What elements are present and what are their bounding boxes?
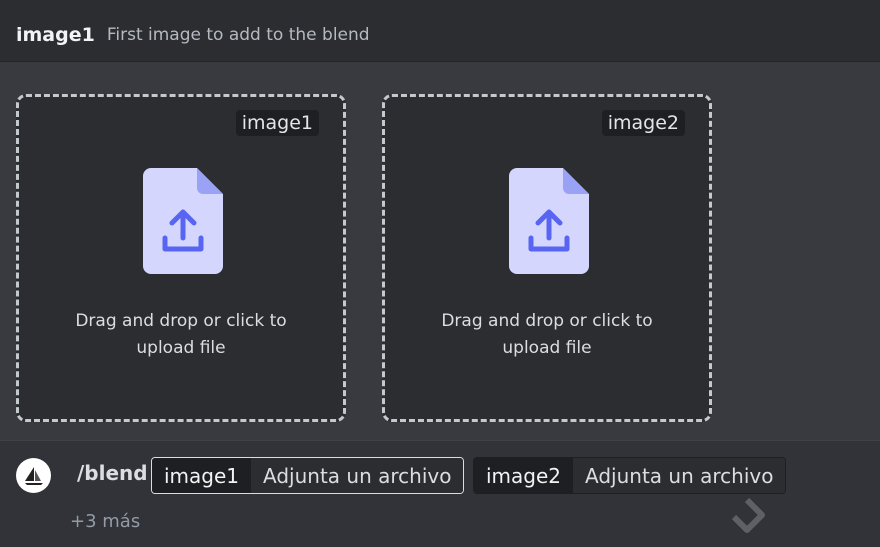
sailboat-icon [24,466,43,485]
more-options-link[interactable]: +3 más [70,511,140,532]
option-name: image1 [16,23,95,46]
dropzone-instructions: Drag and drop or click to upload file [39,308,323,362]
dropzone-text-line1: Drag and drop or click to [75,311,287,331]
watermark-logo-icon [731,497,765,533]
bot-avatar[interactable] [16,458,51,493]
dropzone-instructions: Drag and drop or click to upload file [405,308,689,362]
dropzone-tag: image2 [601,110,685,136]
dropzone-image1[interactable]: image1 Drag and drop or click to upload … [16,94,346,422]
command-name: /blend [77,461,148,485]
param-key: image2 [474,458,574,493]
dropzone-text-line2: upload file [502,338,592,358]
dropzone-text-line2: upload file [136,338,226,358]
file-upload-icon [509,168,589,274]
param-chip-image1[interactable]: image1 Adjunta un archivo [151,457,465,494]
option-description: First image to add to the blend [106,24,370,45]
dropzone-image2[interactable]: image2 Drag and drop or click to upload … [382,94,712,422]
dropzone-tag: image1 [235,110,319,136]
option-header: image1 First image to add to the blend [0,8,880,62]
upload-panel: image1 Drag and drop or click to upload … [0,62,880,440]
param-value: Adjunta un archivo [251,458,464,493]
top-strip [0,0,880,8]
dropzone-text-line1: Drag and drop or click to [441,311,653,331]
param-chip-image2[interactable]: image2 Adjunta un archivo [473,457,787,494]
param-value: Adjunta un archivo [573,458,786,493]
param-key: image1 [152,458,252,493]
file-upload-icon [143,168,223,274]
